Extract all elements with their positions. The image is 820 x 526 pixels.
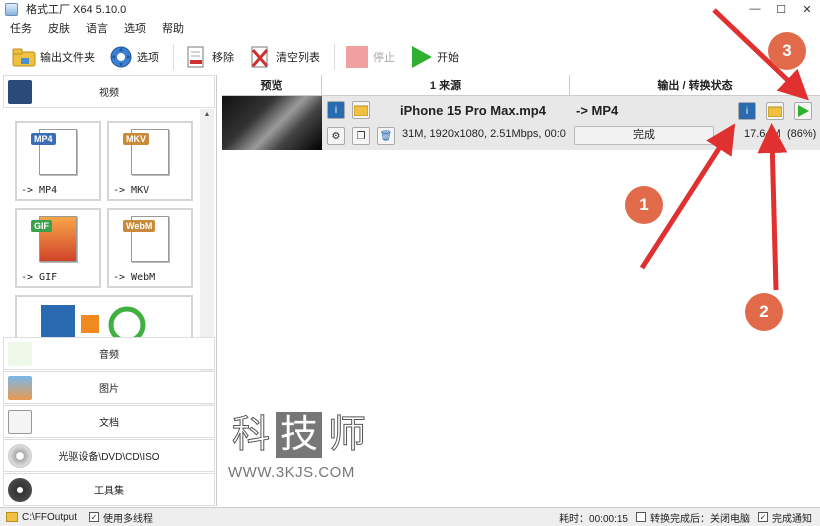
menu-bar: 任务 皮肤 语言 选项 帮助: [0, 18, 820, 38]
annotation-3: 3: [768, 32, 806, 70]
watermark-char: 科: [231, 414, 270, 457]
options-label: 选项: [137, 52, 159, 64]
watermark-url: WWW.3KJS.COM: [228, 464, 355, 481]
clear-list-label: 清空列表: [276, 52, 320, 64]
stop-button[interactable]: 停止: [345, 43, 395, 71]
start-label: 开始: [437, 52, 459, 64]
category-video[interactable]: 视频: [3, 75, 215, 108]
status-done-button[interactable]: 完成: [574, 126, 714, 145]
remove-button[interactable]: 移除: [184, 43, 234, 71]
source-folder-icon[interactable]: [352, 101, 370, 119]
toolbar: 输出文件夹 选项 移除 清空列表 停止 开始: [0, 40, 820, 74]
output-folder-small-icon: [6, 512, 18, 522]
copy-icon[interactable]: ❐: [352, 127, 370, 145]
app-icon: [5, 2, 18, 16]
category-optical-label: 光驱设备\DVD\CD\ISO: [58, 452, 160, 463]
category-image-label: 图片: [99, 384, 119, 395]
tile-mp4-label: -> MP4: [21, 185, 58, 196]
source-meta: 31M, 1920x1080, 2.51Mbps, 00:0: [402, 128, 566, 140]
menu-skin[interactable]: 皮肤: [48, 20, 70, 36]
toolbar-separator: [334, 44, 335, 70]
remove-icon: [184, 45, 208, 69]
mkv-badge: MKV: [123, 133, 149, 145]
output-path[interactable]: C:\FFOutput: [22, 512, 77, 523]
watermark-char: 师: [327, 414, 366, 457]
category-tools[interactable]: 工具集: [3, 473, 215, 506]
close-button[interactable]: ✕: [794, 0, 820, 18]
settings-gear-icon[interactable]: ⚙: [327, 127, 345, 145]
minimize-button[interactable]: —: [742, 0, 768, 18]
window-controls: — ☐ ✕: [742, 0, 820, 18]
category-tools-label: 工具集: [94, 486, 124, 497]
category-video-label: 视频: [99, 88, 119, 99]
delete-trash-icon[interactable]: 🗑: [377, 127, 395, 145]
options-button[interactable]: 选项: [109, 43, 159, 71]
gif-badge: GIF: [31, 220, 52, 232]
notify-checkbox[interactable]: ✓: [758, 512, 768, 522]
tile-webm-label: -> WebM: [113, 272, 156, 283]
stop-icon: [345, 45, 369, 69]
window-title: 格式工厂 X64 5.10.0: [26, 4, 127, 16]
task-list-header: 预览 1 来源 输出 / 转换状态: [222, 75, 820, 96]
multithread-checkbox[interactable]: ✓: [89, 512, 100, 522]
output-format: -> MP4: [576, 103, 619, 118]
tile-mkv[interactable]: MKV -> MKV: [107, 121, 193, 201]
menu-options[interactable]: 选项: [124, 20, 146, 36]
tile-gif-label: -> GIF: [21, 272, 58, 283]
after-done-checkbox[interactable]: [636, 512, 646, 522]
output-folder-button[interactable]: 输出文件夹: [12, 43, 95, 71]
category-optical[interactable]: 光驱设备\DVD\CD\ISO: [3, 439, 215, 472]
category-panel: 视频 MP4 -> MP4 MKV -> MKV GIF -> GIF WebM…: [0, 75, 217, 506]
category-audio[interactable]: 音频: [3, 337, 215, 370]
elapsed-time: 耗时：00:00:15: [559, 513, 628, 525]
output-folder-icon[interactable]: [766, 102, 784, 120]
webm-badge: WebM: [123, 220, 156, 232]
col-output[interactable]: 输出 / 转换状态: [570, 75, 820, 95]
output-folder-label: 输出文件夹: [40, 52, 95, 64]
col-preview[interactable]: 预览: [222, 75, 322, 95]
watermark-chars: 科 技 师: [228, 412, 388, 458]
category-document-label: 文档: [99, 418, 119, 429]
tile-webm[interactable]: WebM -> WebM: [107, 208, 193, 288]
tile-gif[interactable]: GIF -> GIF: [15, 208, 101, 288]
after-done-label: 转换完成后：关闭电脑: [650, 513, 750, 525]
gear-icon: [109, 45, 133, 69]
toolbar-separator: [173, 44, 174, 70]
watermark-char: 技: [276, 412, 322, 458]
stop-label: 停止: [373, 52, 395, 64]
annotation-2: 2: [745, 293, 783, 331]
output-info-icon[interactable]: i: [738, 102, 756, 120]
watermark: 科 技 师 WWW.3KJS.COM: [228, 412, 388, 492]
play-icon: [409, 45, 433, 69]
output-size: 17.64M: [744, 128, 781, 140]
remove-label: 移除: [212, 52, 234, 64]
annotation-1: 1: [625, 186, 663, 224]
scroll-up-icon[interactable]: ▲: [200, 109, 214, 121]
tile-mkv-label: -> MKV: [113, 185, 150, 196]
mp4-badge: MP4: [31, 133, 56, 145]
folder-icon: [12, 45, 36, 69]
menu-help[interactable]: 帮助: [162, 20, 184, 36]
menu-language[interactable]: 语言: [86, 20, 108, 36]
source-info-icon[interactable]: i: [327, 101, 345, 119]
multithread-label: 使用多线程: [103, 513, 154, 525]
tile-mp4[interactable]: MP4 -> MP4: [15, 121, 101, 201]
start-button[interactable]: 开始: [409, 43, 459, 71]
output-percent: (86%): [787, 128, 817, 140]
menu-task[interactable]: 任务: [10, 20, 32, 36]
status-bar: C:\FFOutput ✓ 使用多线程 耗时：00:00:15 转换完成后：关闭…: [0, 507, 820, 526]
category-document[interactable]: 文档: [3, 405, 215, 438]
play-output-icon[interactable]: [794, 102, 812, 120]
category-audio-label: 音频: [99, 350, 119, 361]
clear-list-button[interactable]: 清空列表: [248, 43, 320, 71]
clear-list-icon: [248, 45, 272, 69]
category-image[interactable]: 图片: [3, 371, 215, 404]
maximize-button[interactable]: ☐: [768, 0, 794, 18]
title-bar: 格式工厂 X64 5.10.0 — ☐ ✕: [0, 0, 820, 18]
col-source[interactable]: 1 来源: [322, 75, 570, 95]
video-thumbnail: [222, 96, 322, 150]
notify-label: 完成通知: [772, 513, 812, 525]
source-filename: iPhone 15 Pro Max.mp4: [400, 103, 546, 118]
task-row[interactable]: i ⚙ ❐ 🗑 iPhone 15 Pro Max.mp4 -> MP4 31M…: [222, 96, 820, 150]
